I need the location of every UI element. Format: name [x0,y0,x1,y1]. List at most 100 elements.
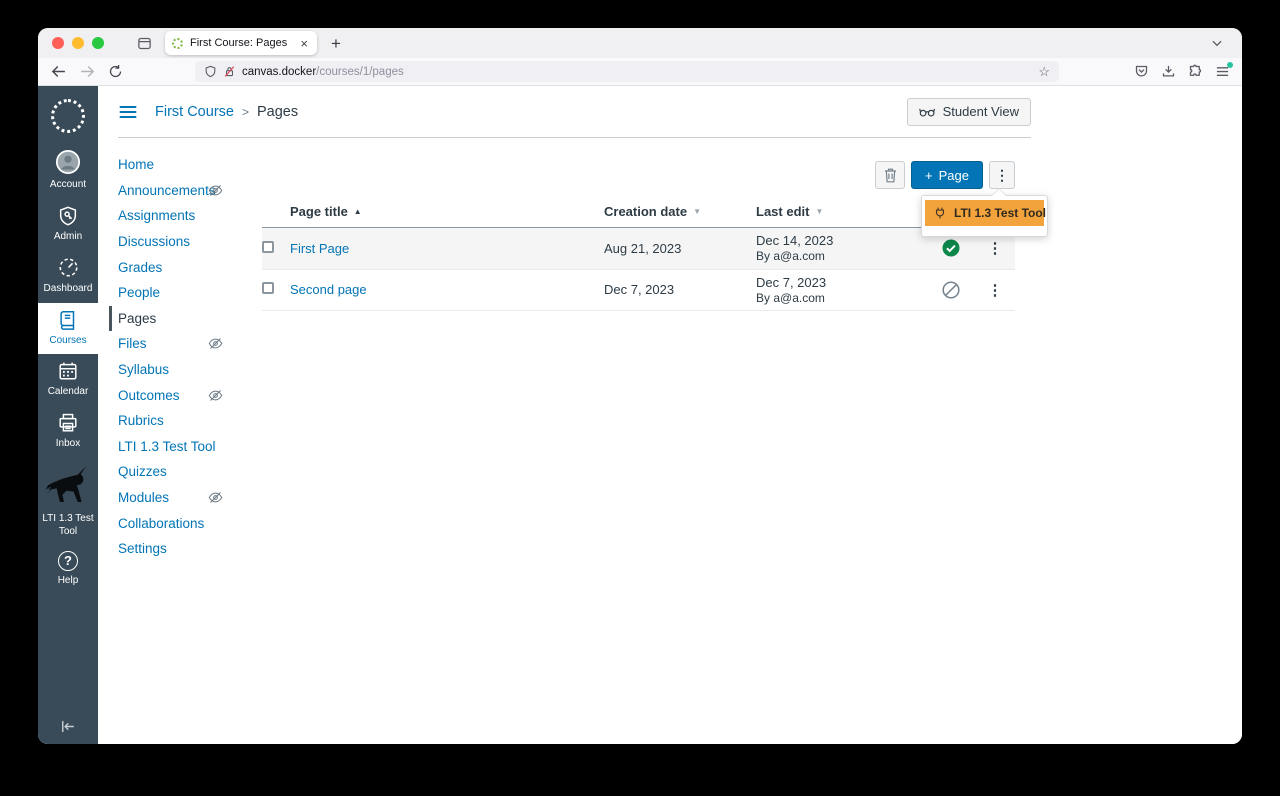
course-nav-modules[interactable]: Modules [118,485,262,511]
breadcrumb-course-link[interactable]: First Course [155,104,234,120]
browser-tab-bar: First Course: Pages × + [38,28,1242,58]
row-checkbox[interactable] [262,241,274,253]
course-nav-pages[interactable]: Pages [109,306,262,332]
url-text: canvas.docker/courses/1/pages [242,66,404,78]
unicorn-icon [44,463,92,509]
canvas-app: Account Admin Dashboard Courses [38,86,1242,744]
minimize-window-button[interactable] [72,37,84,49]
course-content: First Course > Pages Student View Home A… [98,86,1242,744]
published-icon[interactable] [926,239,976,257]
new-tab-button[interactable]: + [331,35,341,52]
course-nav-quizzes[interactable]: Quizzes [118,459,262,485]
firefox-view-icon[interactable] [137,36,152,51]
close-tab-icon[interactable]: × [298,36,310,51]
menu-item-lti-test-tool[interactable]: LTI 1.3 Test Tool [925,200,1044,226]
tab-title: First Course: Pages [190,37,298,49]
forward-icon[interactable] [79,63,96,80]
sidebar-item-courses[interactable]: Courses [38,303,98,355]
pages-options-kebab-button[interactable]: ⋮ [989,161,1015,189]
tracking-shield-icon[interactable] [204,65,217,78]
course-nav-toggle-icon[interactable] [118,102,138,122]
sort-icon: ▼ [693,207,701,216]
toolbar-right-icons [1134,64,1230,79]
row-kebab-icon[interactable]: ⋮ [988,282,1004,299]
student-view-label: Student View [943,104,1019,119]
sidebar-item-label: Account [50,179,86,192]
sidebar-item-calendar[interactable]: Calendar [38,354,98,406]
course-nav-collaborations[interactable]: Collaborations [118,510,262,536]
pages-options-menu: LTI 1.3 Test Tool [921,195,1048,237]
student-view-button[interactable]: Student View [907,98,1031,126]
hidden-eye-icon [208,337,223,350]
body-row: Home Announcements Assignments Discussio… [118,138,1242,744]
close-window-button[interactable] [52,37,64,49]
extensions-icon[interactable] [1188,64,1203,79]
browser-toolbar: canvas.docker/courses/1/pages ☆ [38,58,1242,86]
sidebar-item-dashboard[interactable]: Dashboard [38,250,98,303]
unpublished-icon[interactable] [926,281,976,299]
course-nav-discussions[interactable]: Discussions [118,229,262,255]
window-controls [52,37,104,49]
breadcrumb: First Course > Pages [155,104,298,120]
plus-icon: + [925,168,933,183]
course-nav-assignments[interactable]: Assignments [118,203,262,229]
sidebar-item-help[interactable]: ? Help [38,545,98,595]
hidden-eye-icon [208,491,223,504]
sidebar-item-label: Inbox [56,438,80,451]
application-menu-icon[interactable] [1215,64,1230,79]
canvas-favicon-icon [172,38,183,49]
delete-pages-button[interactable] [875,161,905,189]
address-bar[interactable]: canvas.docker/courses/1/pages ☆ [195,61,1059,82]
sidebar-item-lti-test-tool[interactable]: LTI 1.3 Test Tool [38,457,98,545]
url-host: canvas.docker [242,66,316,78]
collapse-global-nav-button[interactable] [38,717,77,736]
page-header: First Course > Pages Student View [118,86,1031,137]
browser-tab[interactable]: First Course: Pages × [165,31,317,55]
zoom-window-button[interactable] [92,37,104,49]
course-nav-people[interactable]: People [118,280,262,306]
pages-toolbar: + Page ⋮ [262,161,1015,189]
page-title-link[interactable]: First Page [290,241,349,256]
menu-item-label: LTI 1.3 Test Tool [954,206,1046,220]
column-header-last-edit[interactable]: Last edit▼ [756,201,926,228]
downloads-icon[interactable] [1161,64,1176,79]
shield-key-icon [57,205,79,227]
creation-date-cell: Aug 21, 2023 [604,228,756,270]
add-page-label: Page [939,168,969,183]
bookmark-star-icon[interactable]: ☆ [1038,64,1050,80]
sidebar-item-admin[interactable]: Admin [38,199,98,251]
course-nav-grades[interactable]: Grades [118,254,262,280]
add-page-button[interactable]: + Page [911,161,983,189]
last-edit-date: Dec 7, 2023 [756,275,926,291]
row-checkbox[interactable] [262,282,274,294]
browser-window: First Course: Pages × + canvas.docker/co… [38,28,1242,744]
sidebar-item-inbox[interactable]: Inbox [38,406,98,458]
course-nav-files[interactable]: Files [118,331,262,357]
column-header-creation-date[interactable]: Creation date▼ [604,201,756,228]
column-header-page-title[interactable]: Page title▲ [290,201,604,228]
pocket-icon[interactable] [1134,64,1149,79]
course-nav-announcements[interactable]: Announcements [118,178,262,204]
row-kebab-icon[interactable]: ⋮ [988,240,1004,257]
breadcrumb-current-page: Pages [257,104,298,120]
course-nav-home[interactable]: Home [118,152,262,178]
global-nav-sidebar: Account Admin Dashboard Courses [38,86,98,744]
course-nav-outcomes[interactable]: Outcomes [118,382,262,408]
reload-icon[interactable] [108,64,123,79]
back-icon[interactable] [50,63,67,80]
hidden-eye-icon [208,389,223,402]
sidebar-item-label: Admin [54,231,82,244]
sidebar-item-label: Help [58,575,79,588]
course-nav-lti-test-tool[interactable]: LTI 1.3 Test Tool [118,434,262,460]
canvas-logo-icon[interactable] [51,99,85,133]
last-edit-date: Dec 14, 2023 [756,233,926,249]
insecure-lock-icon[interactable] [223,65,236,78]
page-title-link[interactable]: Second page [290,282,367,297]
course-nav-syllabus[interactable]: Syllabus [118,357,262,383]
course-nav-rubrics[interactable]: Rubrics [118,408,262,434]
course-nav: Home Announcements Assignments Discussio… [118,138,262,744]
list-tabs-chevron-icon[interactable] [1210,36,1224,50]
sidebar-item-account[interactable]: Account [38,143,98,199]
course-nav-settings[interactable]: Settings [118,536,262,562]
pages-main: + Page ⋮ LTI 1.3 Test Tool [262,138,1031,744]
